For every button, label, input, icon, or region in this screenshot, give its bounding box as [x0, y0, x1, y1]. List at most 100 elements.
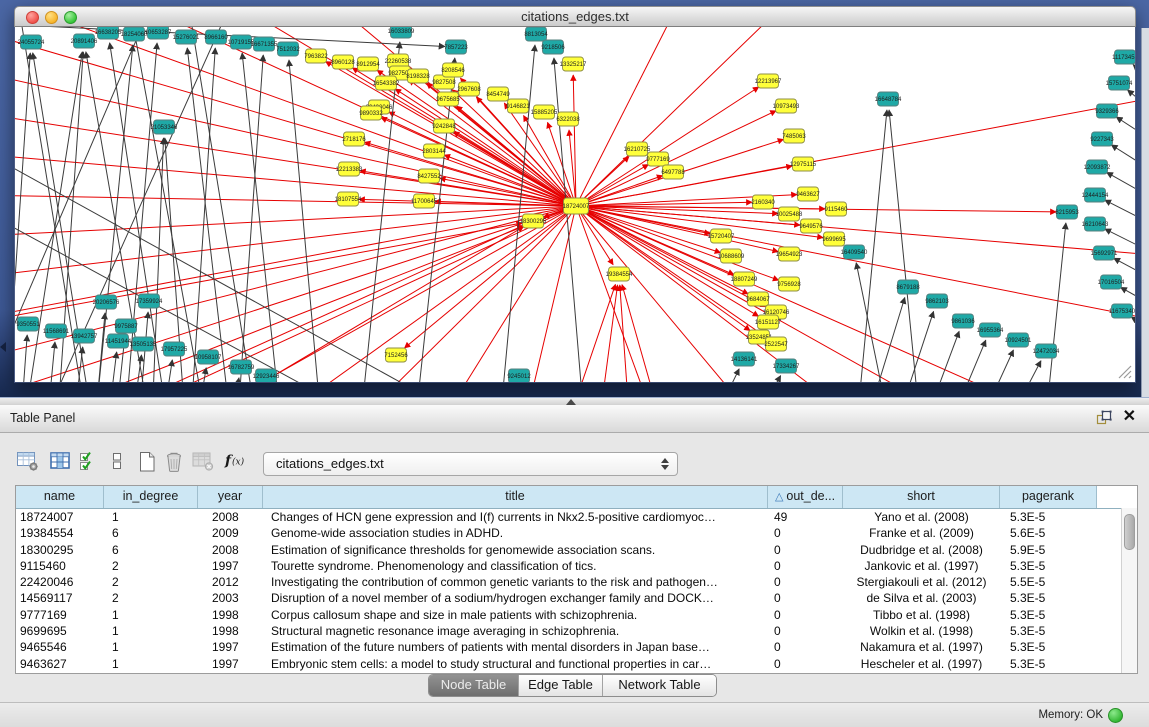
- graph-node[interactable]: 10025488: [776, 207, 803, 221]
- table-mode-icon[interactable]: [16, 450, 40, 477]
- zoom-window-icon[interactable]: [64, 11, 77, 24]
- tab-edge-table[interactable]: Edge Table: [519, 675, 603, 696]
- graph-node[interactable]: 9242848: [432, 119, 456, 133]
- graph-node[interactable]: 19384554: [606, 267, 633, 281]
- column-header-short[interactable]: short: [843, 486, 1000, 508]
- graph-node[interactable]: 13325217: [560, 57, 587, 71]
- graph-node[interactable]: 2967608: [457, 82, 481, 96]
- graph-node[interactable]: 15751074: [1106, 76, 1133, 90]
- graph-node[interactable]: 16409540: [841, 245, 868, 259]
- graph-node[interactable]: 8960128: [331, 55, 355, 69]
- graph-node[interactable]: 7857223: [444, 40, 468, 54]
- select-columns-icon[interactable]: [78, 450, 100, 477]
- graph-node[interactable]: 16151127: [755, 315, 782, 329]
- table-row[interactable]: 2242004622012Investigating the contribut…: [16, 574, 1137, 590]
- graph-node[interactable]: 15692971: [1091, 246, 1118, 260]
- graph-node[interactable]: 8813054: [524, 27, 548, 41]
- graph-node[interactable]: 9463627: [796, 187, 820, 201]
- table-selector-dropdown[interactable]: citations_edges.txt: [263, 452, 678, 476]
- graph-node[interactable]: 17359924: [136, 294, 163, 308]
- graph-node[interactable]: 20891406: [71, 34, 98, 48]
- graph-node[interactable]: 9699695: [822, 232, 846, 246]
- graph-node[interactable]: 12093872: [1084, 160, 1111, 174]
- graph-node[interactable]: 2718176: [342, 132, 366, 146]
- graph-node[interactable]: 9649576: [799, 219, 823, 233]
- column-header-name[interactable]: name: [16, 486, 104, 508]
- graph-node[interactable]: 2803144: [422, 144, 446, 158]
- graph-node[interactable]: 16648784: [875, 92, 902, 106]
- tab-node-table[interactable]: Node Table: [429, 675, 519, 696]
- column-header-pagerank[interactable]: pagerank: [1000, 486, 1097, 508]
- graph-node[interactable]: 17334267: [773, 359, 800, 373]
- table-row[interactable]: 977716911998Corpus callosum shape and si…: [16, 607, 1137, 623]
- graph-node[interactable]: 6497788: [661, 165, 685, 179]
- row-format-icon[interactable]: [108, 450, 126, 477]
- graph-node[interactable]: 7512032: [276, 42, 300, 56]
- graph-node[interactable]: 9245012: [507, 369, 531, 382]
- graph-node[interactable]: 10924501: [1005, 333, 1032, 347]
- graph-node[interactable]: 10653287: [145, 27, 172, 39]
- graph-node[interactable]: 16955364: [977, 323, 1004, 337]
- table-row[interactable]: 911546021997Tourette syndrome. Phenomeno…: [16, 558, 1137, 574]
- graph-node[interactable]: 17016504: [1098, 275, 1125, 289]
- new-column-icon[interactable]: [136, 450, 158, 479]
- column-header-out_de[interactable]: △out_de...: [768, 486, 843, 508]
- show-columns-icon[interactable]: [49, 450, 73, 477]
- graph-node[interactable]: 15720407: [708, 229, 735, 243]
- graph-node[interactable]: 12975115: [790, 157, 817, 171]
- graph-node[interactable]: 11451944: [105, 334, 132, 348]
- panel-collapse-arrow-icon[interactable]: [0, 342, 6, 352]
- graph-node[interactable]: 24055724: [18, 35, 45, 49]
- delete-table-icon[interactable]: [191, 450, 215, 477]
- graph-node[interactable]: 9227343: [1090, 132, 1114, 146]
- graph-node[interactable]: 16210643: [1082, 217, 1109, 231]
- graph-node[interactable]: 17957225: [161, 342, 188, 356]
- graph-node[interactable]: 8966160: [204, 30, 228, 44]
- graph-node[interactable]: 12472034: [1033, 344, 1060, 358]
- graph-node[interactable]: 9861036: [951, 314, 975, 328]
- tab-network-table[interactable]: Network Table: [603, 675, 716, 696]
- graph-node[interactable]: 15276021: [173, 30, 200, 44]
- graph-node[interactable]: 2522547: [764, 337, 788, 351]
- network-window[interactable]: citations_edges.txt 18300295193845547963…: [14, 6, 1136, 383]
- graph-node[interactable]: 7152456: [384, 348, 408, 362]
- graph-node[interactable]: 2160340: [751, 195, 775, 209]
- table-row[interactable]: 946362711997Embryonic stem cells: a mode…: [16, 656, 1137, 672]
- graph-node[interactable]: 16543382: [373, 76, 400, 90]
- graph-node[interactable]: 8454749: [486, 87, 510, 101]
- table-row[interactable]: 969969511998Structural magnetic resonanc…: [16, 623, 1137, 639]
- graph-node[interactable]: 7485063: [782, 129, 806, 143]
- graph-node[interactable]: 11675340: [1109, 304, 1136, 318]
- graph-node[interactable]: 19654923: [776, 247, 803, 261]
- graph-node[interactable]: 9115460: [825, 202, 849, 216]
- graph-node[interactable]: 9975887: [114, 319, 138, 333]
- table-scrollbar[interactable]: [1121, 508, 1137, 673]
- network-canvas[interactable]: 1830029519384554796382289601288912954222…: [14, 27, 1136, 383]
- graph-node[interactable]: 14136141: [731, 352, 758, 366]
- graph-node[interactable]: 8215953: [1055, 205, 1079, 219]
- graph-node[interactable]: 8198328: [406, 69, 430, 83]
- graph-node[interactable]: 11173451: [1112, 50, 1136, 64]
- table-row[interactable]: 1872400712008Changes of HCN gene express…: [16, 509, 1137, 525]
- table-row[interactable]: 1456911722003Disruption of a novel membe…: [16, 590, 1137, 606]
- column-header-in_degree[interactable]: in_degree: [104, 486, 198, 508]
- column-header-title[interactable]: title: [263, 486, 768, 508]
- graph-node[interactable]: 16210725: [624, 142, 651, 156]
- graph-node[interactable]: 21053346: [151, 120, 178, 134]
- minimize-window-icon[interactable]: [45, 11, 58, 24]
- close-window-icon[interactable]: [26, 11, 39, 24]
- panel-titlebar[interactable]: Table Panel ✕: [0, 405, 1149, 433]
- graph-node[interactable]: 10973493: [773, 99, 800, 113]
- graph-node[interactable]: 9777169: [646, 152, 670, 166]
- table-row[interactable]: 1938455462009Genome-wide association stu…: [16, 525, 1137, 541]
- graph-node[interactable]: 13505135: [130, 337, 157, 351]
- graph-node[interactable]: 18107554: [335, 192, 362, 206]
- graph-node[interactable]: 16782759: [228, 360, 255, 374]
- graph-node[interactable]: 12213967: [755, 74, 782, 88]
- window-titlebar[interactable]: citations_edges.txt: [14, 6, 1136, 27]
- graph-node[interactable]: 20206576: [93, 295, 120, 309]
- graph-node[interactable]: 12923446: [253, 369, 280, 382]
- graph-node[interactable]: 18300295: [520, 214, 547, 228]
- close-panel-icon[interactable]: ✕: [1123, 407, 1136, 427]
- graph-node[interactable]: 9146821: [506, 99, 530, 113]
